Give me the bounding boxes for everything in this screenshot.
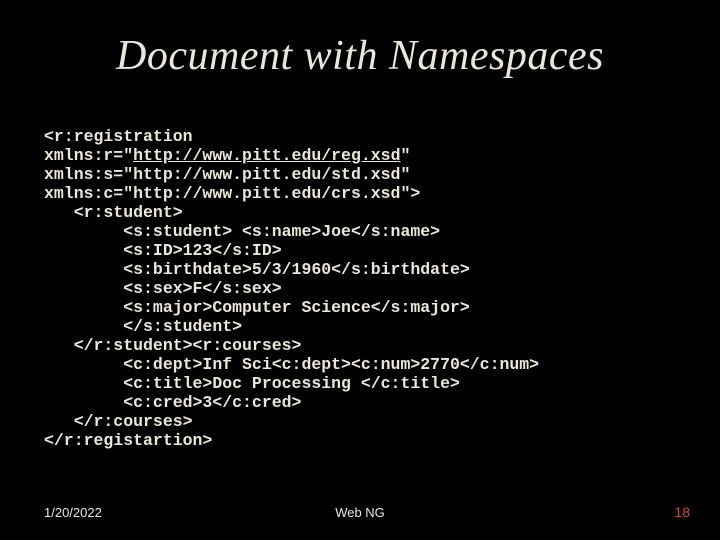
code-line: <r:registration [44, 127, 193, 146]
code-line: <s:student> <s:name>Joe</s:name> [44, 222, 440, 241]
code-line: <s:major>Computer Science</s:major> [44, 298, 470, 317]
code-line-frag: " [400, 146, 410, 165]
code-line: </r:student><r:courses> [44, 336, 301, 355]
code-line: <s:sex>F</s:sex> [44, 279, 282, 298]
code-line: <c:title>Doc Processing </c:title> [44, 374, 460, 393]
slide: Document with Namespaces <r:registration… [0, 0, 720, 540]
code-line: xmlns:s="http://www.pitt.edu/std.xsd" [44, 165, 410, 184]
page-number: 18 [674, 504, 690, 520]
slide-title: Document with Namespaces [0, 32, 720, 80]
code-line: <c:dept>Inf Sci<c:dept><c:num>2770</c:nu… [44, 355, 539, 374]
code-line: </r:courses> [44, 412, 193, 431]
code-line: <s:ID>123</s:ID> [44, 241, 282, 260]
code-line-frag: xmlns:r=" [44, 146, 133, 165]
code-line: <s:birthdate>5/3/1960</s:birthdate> [44, 260, 470, 279]
footer-center: Web NG [0, 505, 720, 520]
code-line: </s:student> [44, 317, 242, 336]
code-url: http://www.pitt.edu/reg.xsd [133, 146, 400, 165]
code-line: <c:cred>3</c:cred> [44, 393, 301, 412]
code-block: <r:registration xmlns:r="http://www.pitt… [44, 128, 684, 450]
code-line: </r:registartion> [44, 431, 212, 450]
code-line: xmlns:c="http://www.pitt.edu/crs.xsd"> [44, 184, 420, 203]
code-line: <r:student> [44, 203, 183, 222]
